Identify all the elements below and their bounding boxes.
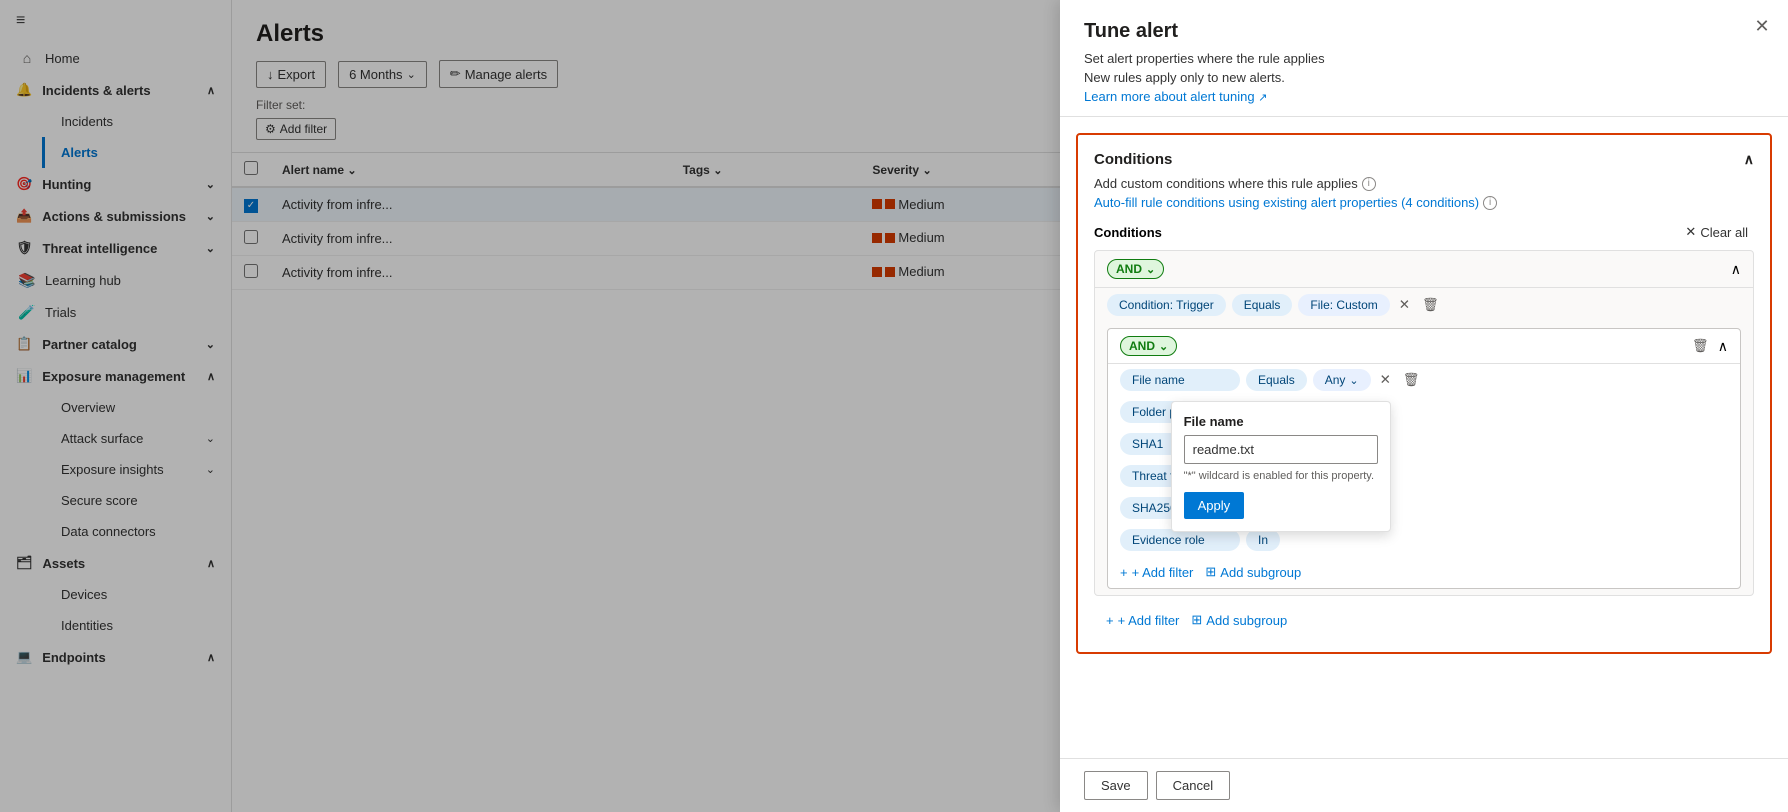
learn-more-link[interactable]: Learn more about alert tuning ↗ — [1084, 89, 1267, 104]
chevron-down-icon: ⌄ — [1159, 340, 1168, 353]
panel-title: Tune alert — [1084, 20, 1764, 43]
conditions-title: Conditions ∧ — [1094, 151, 1754, 168]
outer-add-subgroup-button[interactable]: ⊞ Add subgroup — [1191, 612, 1287, 628]
chevron-down-icon: ⌄ — [1146, 263, 1155, 276]
condition-trigger-pill: Condition: Trigger — [1107, 294, 1226, 316]
plus-icon: + — [1120, 565, 1128, 580]
outer-and-badge[interactable]: AND ⌄ — [1107, 259, 1164, 279]
conditions-row: Conditions ✕ Clear all — [1094, 222, 1754, 242]
remove-condition-button[interactable]: ✕ — [1396, 294, 1413, 316]
conditions-label: Conditions — [1094, 225, 1162, 240]
filename-dropdown: Any ⌄ File name "*" wildcard is enabled … — [1313, 369, 1371, 391]
delete-inner-group-button[interactable]: 🗑 — [1689, 335, 1712, 357]
collapse-inner-icon[interactable]: ∧ — [1718, 338, 1728, 355]
collapse-icon[interactable]: ∧ — [1731, 261, 1741, 278]
plus-icon: + — [1106, 613, 1114, 628]
delete-filter-button[interactable]: 🗑 — [1400, 369, 1423, 391]
panel-footer: Save Cancel — [1060, 758, 1788, 812]
inner-add-subgroup-button[interactable]: ⊞ Add subgroup — [1205, 564, 1301, 580]
outer-and-group: AND ⌄ ∧ Condition: Trigger Equals File: … — [1094, 250, 1754, 596]
info-icon: i — [1362, 177, 1376, 191]
filename-popup-label: File name — [1184, 414, 1378, 429]
conditions-desc: Add custom conditions where this rule ap… — [1094, 176, 1754, 191]
outer-and-header: AND ⌄ ∧ — [1095, 251, 1753, 288]
close-button[interactable]: ✕ — [1748, 12, 1776, 40]
panel-header: Tune alert Set alert properties where th… — [1060, 0, 1788, 117]
subgroup-icon: ⊞ — [1205, 564, 1216, 580]
remove-filter-button[interactable]: ✕ — [1377, 369, 1394, 391]
inner-and-group: AND ⌄ 🗑 ∧ File name Equals Any — [1107, 328, 1741, 589]
tune-alert-panel: ✕ Tune alert Set alert properties where … — [1060, 0, 1788, 812]
filename-hint: "*" wildcard is enabled for this propert… — [1184, 470, 1378, 482]
filename-popup: File name "*" wildcard is enabled for th… — [1171, 401, 1391, 532]
subgroup-icon: ⊞ — [1191, 612, 1202, 628]
conditions-section: Conditions ∧ Add custom conditions where… — [1076, 133, 1772, 654]
panel-desc-2: New rules apply only to new alerts. — [1084, 70, 1764, 85]
autofill-link[interactable]: Auto-fill rule conditions using existing… — [1094, 195, 1754, 210]
panel-desc-1: Set alert properties where the rule appl… — [1084, 51, 1764, 66]
apply-button[interactable]: Apply — [1184, 492, 1245, 519]
outer-add-filter-button[interactable]: + + Add filter — [1106, 613, 1179, 628]
chevron-up-icon[interactable]: ∧ — [1744, 151, 1754, 168]
filename-input[interactable] — [1184, 435, 1378, 464]
external-link-icon: ↗ — [1258, 92, 1267, 104]
inner-and-badge[interactable]: AND ⌄ — [1120, 336, 1177, 356]
cancel-button[interactable]: Cancel — [1156, 771, 1230, 800]
inner-add-filter-button[interactable]: + + Add filter — [1120, 565, 1193, 580]
info-icon: i — [1483, 196, 1497, 210]
clear-all-button[interactable]: ✕ Clear all — [1679, 222, 1754, 242]
save-button[interactable]: Save — [1084, 771, 1148, 800]
filter-operator-pill: In — [1246, 529, 1280, 551]
equals-pill: Equals — [1232, 294, 1293, 316]
filter-operator-pill: Equals — [1246, 369, 1307, 391]
delete-condition-button[interactable]: 🗑 — [1419, 294, 1442, 316]
x-icon: ✕ — [1685, 224, 1696, 240]
file-custom-pill[interactable]: File: Custom — [1298, 294, 1389, 316]
chevron-down-icon: ⌄ — [1349, 374, 1358, 387]
outer-add-row: + + Add filter ⊞ Add subgroup — [1094, 604, 1754, 636]
filter-field-pill: File name — [1120, 369, 1240, 391]
filter-row-filename: File name Equals Any ⌄ File name "*" wil… — [1108, 364, 1740, 396]
outer-condition-row: Condition: Trigger Equals File: Custom ✕… — [1095, 288, 1753, 322]
filter-field-pill: Evidence role — [1120, 529, 1240, 551]
filter-value-any[interactable]: Any ⌄ — [1313, 369, 1371, 391]
inner-and-header: AND ⌄ 🗑 ∧ — [1108, 329, 1740, 364]
inner-add-row: + + Add filter ⊞ Add subgroup — [1108, 556, 1740, 588]
